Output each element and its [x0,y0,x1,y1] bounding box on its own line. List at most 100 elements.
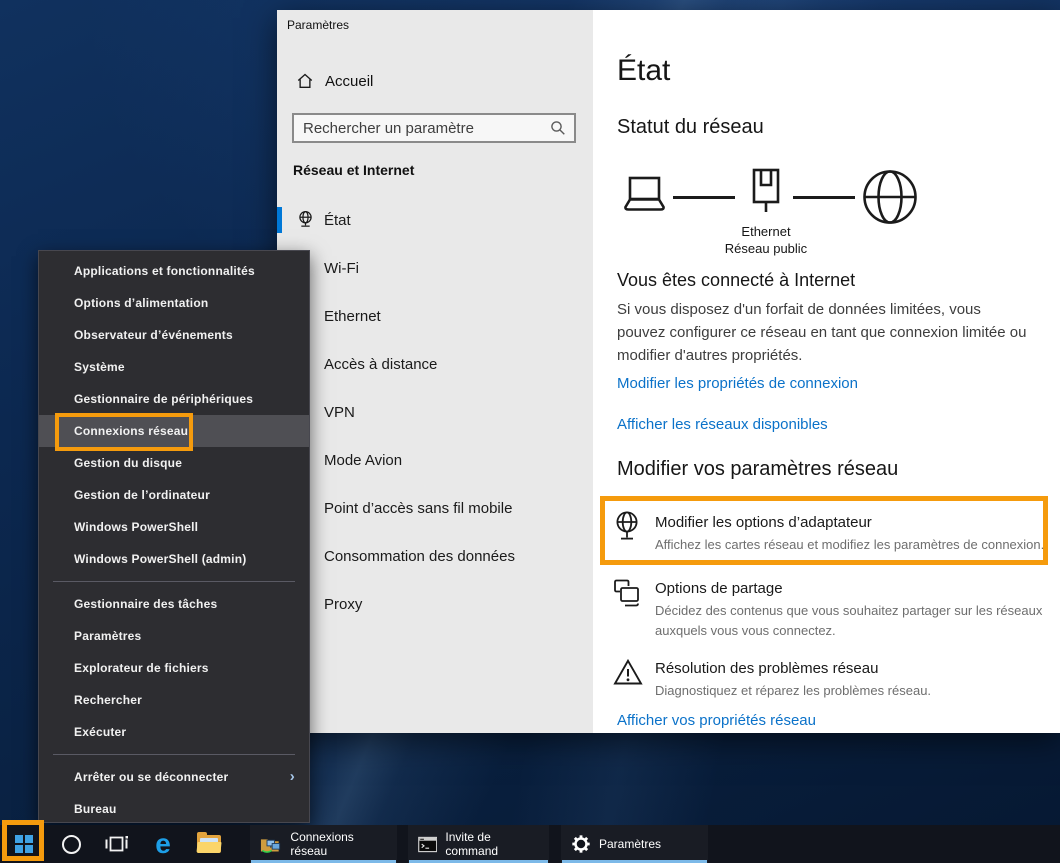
winx-item-run[interactable]: Exécuter [39,716,309,748]
winx-item-task-manager[interactable]: Gestionnaire des tâches [39,588,309,620]
nav-item-vpn[interactable]: VPN [277,388,593,436]
taskbar-app-command-prompt[interactable]: Invite de command [408,825,549,863]
taskbar-app-label: Paramètres [599,837,661,851]
menu-separator [53,581,295,582]
change-settings-heading: Modifier vos paramètres réseau [617,458,898,481]
sharing-options-icon [612,578,642,608]
cortana-button[interactable] [48,825,94,863]
winx-item-network-connections[interactable]: Connexions réseau [39,415,309,447]
task-view-button[interactable] [94,825,140,863]
nav-item-wifi[interactable]: Wi-Fi [277,244,593,292]
nav-item-etat[interactable]: État [277,196,593,244]
winx-item-device-manager[interactable]: Gestionnaire de périphériques [39,383,309,415]
settings-nav: État Wi-Fi Ethernet Accès à distance VPN… [277,196,593,628]
nav-item-label: Proxy [324,596,362,613]
winx-item-computer-management[interactable]: Gestion de l’ordinateur [39,479,309,511]
winx-item-file-explorer[interactable]: Explorateur de fichiers [39,652,309,684]
file-explorer-button[interactable] [186,825,232,863]
connection-name: Ethernet [686,224,846,239]
connected-description: Si vous disposez d'un forfait de données… [617,298,1060,367]
command-prompt-icon [418,836,437,853]
connected-heading: Vous êtes connecté à Internet [617,270,855,291]
nav-item-consommation[interactable]: Consommation des données [277,532,593,580]
nav-item-proxy[interactable]: Proxy [277,580,593,628]
desktop: Paramètres Accueil Réseau et Internet [0,0,1060,863]
nav-item-label: Mode Avion [324,452,402,469]
file-explorer-icon [197,835,221,853]
network-status-diagram: Ethernet Réseau public [617,168,1047,268]
winx-item-label: Arrêter ou se déconnecter [74,770,228,784]
sidebar-section-label: Réseau et Internet [293,162,414,178]
settings-gear-icon [571,834,591,854]
nav-item-ethernet[interactable]: Ethernet [277,292,593,340]
winx-item-power-options[interactable]: Options d’alimentation [39,287,309,319]
menu-separator [53,754,295,755]
network-connections-icon [260,834,282,854]
winx-item-powershell[interactable]: Windows PowerShell [39,511,309,543]
connection-line [673,196,735,199]
search-input[interactable] [294,120,550,137]
taskbar-app-network-connections[interactable]: Connexions réseau [250,825,397,863]
nav-item-mode-avion[interactable]: Mode Avion [277,436,593,484]
option-title: Options de partage [655,580,1055,597]
winx-item-disk-management[interactable]: Gestion du disque [39,447,309,479]
troubleshoot-warning-icon [613,658,643,686]
winx-item-event-viewer[interactable]: Observateur d’événements [39,319,309,351]
taskbar-app-settings[interactable]: Paramètres [561,825,708,863]
home-icon [296,72,314,90]
page-title: État [617,54,670,88]
settings-main-panel: État Statut du réseau [593,10,1060,733]
option-title: Modifier les options d’adaptateur [655,514,1055,531]
nav-item-label: VPN [324,404,355,421]
settings-sidebar: Paramètres Accueil Réseau et Internet [277,10,593,733]
cortana-icon [62,835,81,854]
winx-menu: Applications et fonctionnalités Options … [38,250,310,823]
winx-item-desktop[interactable]: Bureau [39,793,309,825]
sidebar-home-label: Accueil [325,73,373,90]
nav-item-label: État [324,212,351,229]
nav-item-label: Ethernet [324,308,381,325]
nav-item-label: Point d’accès sans fil mobile [324,500,512,517]
taskbar-app-label: Connexions réseau [290,830,387,858]
option-adapter-options[interactable]: Modifier les options d’adaptateur Affich… [655,514,1055,555]
winx-item-shutdown[interactable]: Arrêter ou se déconnecter › [39,761,309,793]
nav-item-acces-distance[interactable]: Accès à distance [277,340,593,388]
winx-item-apps-features[interactable]: Applications et fonctionnalités [39,255,309,287]
edge-browser-button[interactable]: e [140,825,186,863]
windows-logo-icon [15,835,33,853]
search-icon [550,120,566,136]
taskbar-app-label: Invite de command [445,830,539,858]
option-sharing-options[interactable]: Options de partage Décidez des contenus … [655,580,1055,641]
window-title: Paramètres [287,18,349,32]
winx-item-search[interactable]: Rechercher [39,684,309,716]
link-view-network-properties[interactable]: Afficher vos propriétés réseau [617,712,816,729]
laptop-icon [617,176,671,216]
connection-line [793,196,855,199]
taskbar: e Connexions réseau [0,825,1060,863]
nav-item-label: Wi-Fi [324,260,359,277]
settings-search-box[interactable] [292,113,576,143]
option-title: Résolution des problèmes réseau [655,660,1055,677]
edge-icon: e [155,830,171,858]
chevron-right-icon: › [290,761,295,793]
option-description: Décidez des contenus que vous souhaitez … [655,601,1055,641]
link-show-available-networks[interactable]: Afficher les réseaux disponibles [617,416,828,433]
winx-item-settings[interactable]: Paramètres [39,620,309,652]
network-status-heading: Statut du réseau [617,116,764,139]
link-change-connection-properties[interactable]: Modifier les propriétés de connexion [617,375,858,392]
globe-icon [296,210,315,229]
option-network-troubleshoot[interactable]: Résolution des problèmes réseau Diagnost… [655,660,1055,701]
internet-globe-icon [861,168,919,226]
network-type: Réseau public [686,241,846,256]
nav-item-label: Accès à distance [324,356,437,373]
option-description: Diagnostiquez et réparez les problèmes r… [655,681,1055,701]
adapter-options-icon [613,510,641,542]
sidebar-item-home[interactable]: Accueil [296,68,373,94]
nav-item-point-acces[interactable]: Point d’accès sans fil mobile [277,484,593,532]
winx-item-system[interactable]: Système [39,351,309,383]
winx-item-powershell-admin[interactable]: Windows PowerShell (admin) [39,543,309,575]
start-button[interactable] [0,825,48,863]
task-view-icon [105,835,129,853]
settings-window: Paramètres Accueil Réseau et Internet [277,10,1060,733]
nav-item-label: Consommation des données [324,548,515,565]
